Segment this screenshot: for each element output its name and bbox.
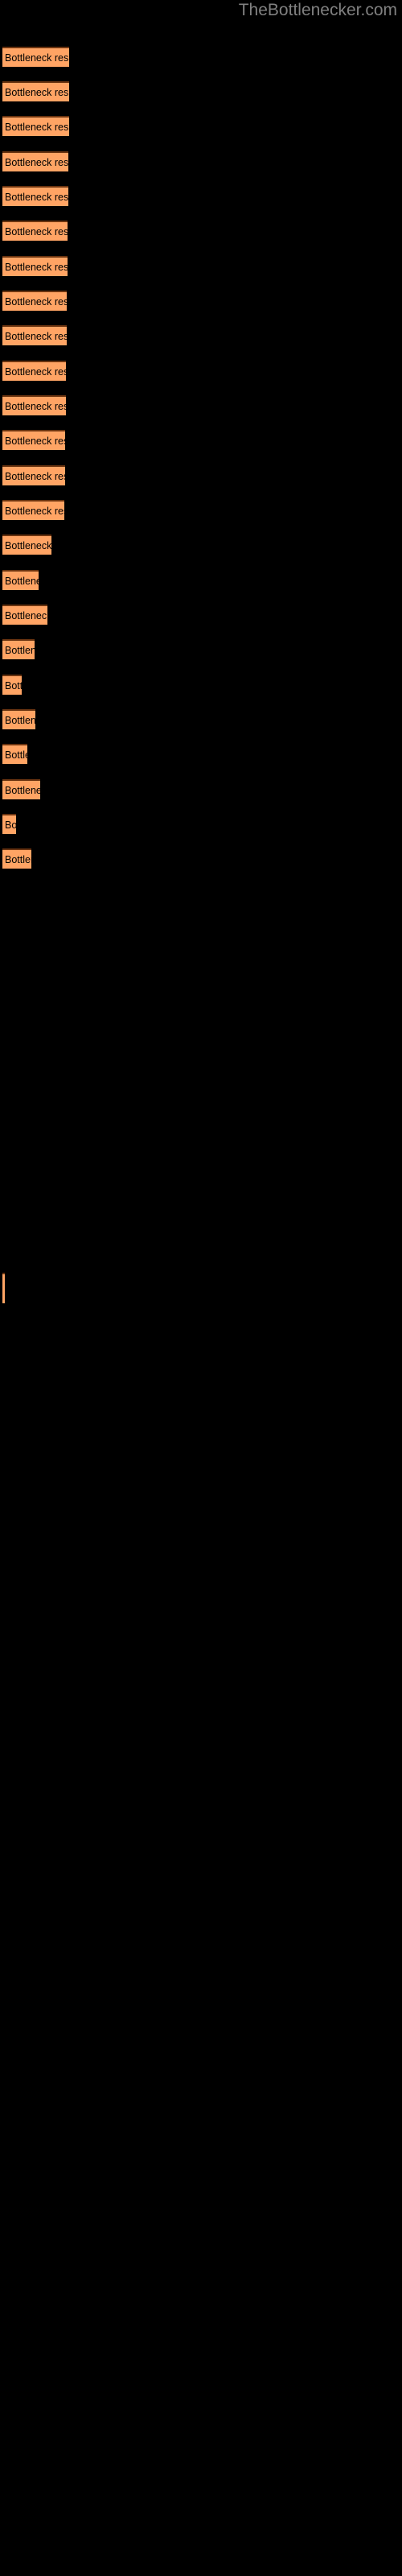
bar-label: Bottleneck result — [5, 191, 68, 203]
bar-item[interactable]: Bottlenec — [2, 570, 39, 590]
bar-label: Bottlene — [5, 714, 35, 726]
bar-item[interactable]: Bottleneck result — [2, 186, 68, 206]
bar-item[interactable]: Bottlene — [2, 709, 35, 729]
bar-item[interactable]: Bo — [2, 814, 16, 834]
bar-item[interactable]: Bottleneck result — [2, 361, 66, 381]
bar-item[interactable]: Bottleneck r — [2, 605, 47, 625]
bar-label: Bottleneck result — [5, 295, 67, 308]
bar-label: Bottleneck result — [5, 121, 69, 133]
bar-item[interactable]: Bottleneck result — [2, 256, 68, 276]
bar-item[interactable]: Bottleneck result — [2, 116, 69, 136]
bar-item[interactable]: Bottlen — [2, 848, 31, 869]
bar-label: Bo — [5, 819, 16, 831]
bar-item[interactable]: Bottleneck re — [2, 535, 51, 555]
bar-label: Bottlenec — [5, 784, 40, 796]
chart-root: TheBottlenecker.com Bottleneck result Bo… — [0, 0, 402, 2576]
bar-item[interactable]: Bottlenec — [2, 779, 40, 799]
bar-label: Bottlen — [5, 853, 31, 865]
bar-item[interactable]: Bottleneck result — [2, 500, 64, 520]
bar-item[interactable]: Bott — [2, 675, 22, 695]
bar-item[interactable]: Bottleneck result — [2, 47, 69, 67]
bar-item[interactable]: Bottleneck result — [2, 430, 65, 450]
bar-item[interactable]: Bottleneck result — [2, 325, 67, 345]
bar-chart: Bottleneck result Bottleneck result Bott… — [0, 0, 402, 2576]
bar-label: Bottleneck result — [5, 52, 69, 64]
bar-label: Bottleneck result — [5, 435, 65, 447]
bar-label: Bott — [5, 679, 22, 691]
bar-label: Bottlenec — [5, 575, 39, 587]
bar-label: Bottleneck result — [5, 365, 66, 378]
bar-label: Bottleneck result — [5, 330, 67, 342]
bar-item[interactable]: Bottleneck result — [2, 221, 68, 241]
bar-label: Bottleneck re — [5, 539, 51, 551]
bar-label: Bottleneck result — [5, 505, 64, 517]
bar-label: Bottleneck result — [5, 225, 68, 237]
bar-label: Bottleneck result — [5, 470, 65, 482]
bar-label: Bottleneck r — [5, 609, 47, 621]
bar-label: Bottleneck result — [5, 261, 68, 273]
bar-item[interactable]: Bottlene — [2, 639, 35, 659]
bar-label: Bottle — [5, 749, 27, 761]
bar-item[interactable]: Bottleneck result — [2, 151, 68, 171]
bar-label: Bottleneck result — [5, 86, 69, 98]
bar-item[interactable]: Bottle — [2, 744, 27, 764]
bar-label: Bottleneck result — [5, 156, 68, 168]
bar-label: Bottlene — [5, 644, 35, 656]
bar-item[interactable]: Bottleneck result — [2, 81, 69, 101]
bar-item[interactable]: Bottleneck result — [2, 465, 65, 485]
bar-label: Bottleneck result — [5, 400, 66, 412]
bar-item[interactable]: Bottleneck result — [2, 291, 67, 311]
bar-item[interactable]: Bottleneck result — [2, 395, 66, 415]
axis-tick-mark — [2, 1273, 5, 1303]
